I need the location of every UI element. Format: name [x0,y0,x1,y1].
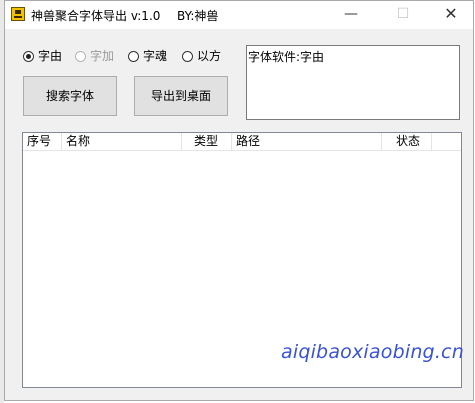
column-header-name[interactable]: 名称 [62,133,182,150]
radio-label: 字加 [90,49,115,63]
maximize-button[interactable]: ☐ [381,1,425,29]
close-button[interactable]: ✕ [429,1,473,29]
window-author: BY:神兽 [177,9,219,23]
list-header: 序号 名称 类型 路径 状态 [23,133,461,151]
minimize-button[interactable]: — [329,1,373,29]
app-window: 神兽聚合字体导出 v:1.0 BY:神兽 — ☐ ✕ 字由 字加 字魂 以方 搜… [4,0,474,401]
radio-unchecked-icon [128,51,139,62]
close-icon: ✕ [444,4,458,23]
radio-label: 字魂 [143,49,168,63]
radio-label: 以方 [197,49,222,63]
radio-label: 字由 [38,49,63,63]
radio-zihun[interactable]: 字魂 [128,49,167,63]
title-bar[interactable]: 神兽聚合字体导出 v:1.0 BY:神兽 — ☐ ✕ [5,1,473,29]
radio-yifang[interactable]: 以方 [182,49,221,63]
radio-zijia: 字加 [75,49,114,63]
window-title: 神兽聚合字体导出 v:1.0 [31,9,161,23]
column-header-path[interactable]: 路径 [232,133,382,150]
minimize-icon: — [344,6,358,22]
info-textbox[interactable]: 字体软件:字由 [246,45,460,120]
maximize-icon: ☐ [396,6,410,22]
radio-ziyou[interactable]: 字由 [23,49,62,63]
watermark-text: aiqibaoxiaobing.cn [281,341,464,363]
app-icon [11,7,25,21]
column-header-type[interactable]: 类型 [182,133,232,150]
radio-checked-icon [23,51,34,62]
column-header-status[interactable]: 状态 [382,133,432,150]
export-to-desktop-button[interactable]: 导出到桌面 [134,76,228,116]
radio-unchecked-icon [182,51,193,62]
column-header-index[interactable]: 序号 [23,133,62,150]
search-fonts-button[interactable]: 搜索字体 [23,76,117,116]
radio-unchecked-icon [75,51,86,62]
info-text: 字体软件:字由 [248,50,325,64]
